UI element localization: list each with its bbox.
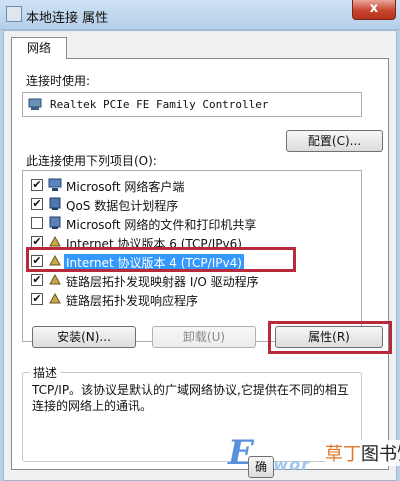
item-checkbox[interactable]: ✔ xyxy=(31,179,43,191)
list-item[interactable]: ✔ 链路层拓扑发现映射器 I/O 驱动程序 xyxy=(23,270,361,290)
list-item[interactable]: Microsoft 网络的文件和打印机共享 xyxy=(23,213,361,233)
items-label: 此连接使用下列项目(O): xyxy=(26,154,157,168)
tab-networking[interactable]: 网络 xyxy=(11,37,67,59)
uninstall-button[interactable]: 卸载(U) xyxy=(152,326,256,348)
watermark-site-rest: 图书馆 xyxy=(361,444,400,465)
window-title: 本地连接 属性 xyxy=(26,11,109,26)
network-client-icon xyxy=(48,178,62,191)
file-printer-sharing-icon xyxy=(49,216,61,229)
item-label: 链路层拓扑发现映射器 I/O 驱动程序 xyxy=(66,275,259,289)
ok-button[interactable]: 确 xyxy=(248,456,274,478)
qos-icon xyxy=(49,197,61,210)
install-button[interactable]: 安装(N)... xyxy=(32,326,136,348)
list-item[interactable]: ✔ 链路层拓扑发现响应程序 xyxy=(23,289,361,309)
description-title: 描述 xyxy=(30,364,61,381)
adapter-field: Realtek PCIe FE Family Controller xyxy=(22,92,362,117)
item-label: Microsoft 网络客户端 xyxy=(66,180,185,194)
configure-button[interactable]: 配置(C)... xyxy=(286,130,383,152)
item-label: Microsoft 网络的文件和打印机共享 xyxy=(66,218,257,232)
adapter-name: Realtek PCIe FE Family Controller xyxy=(50,98,269,111)
close-button[interactable]: x xyxy=(352,0,396,20)
list-item[interactable]: ✔ QoS 数据包计划程序 xyxy=(23,194,361,214)
connect-using-label: 连接时使用: xyxy=(26,74,91,88)
item-label: QoS 数据包计划程序 xyxy=(66,199,179,213)
item-checkbox[interactable]: ✔ xyxy=(31,293,43,305)
list-item[interactable]: ✔ Microsoft 网络客户端 xyxy=(23,175,361,195)
title-bar[interactable]: 本地连接 属性 xyxy=(0,0,400,30)
item-checkbox[interactable] xyxy=(31,217,43,229)
item-checkbox[interactable]: ✔ xyxy=(31,274,43,286)
network-connection-icon xyxy=(6,6,22,22)
watermark-site-accent: 草丁 xyxy=(325,444,361,465)
protocol-icon xyxy=(49,273,61,285)
highlight-frame xyxy=(26,247,296,272)
item-label: 链路层拓扑发现响应程序 xyxy=(66,294,199,308)
protocol-icon xyxy=(49,292,61,304)
item-checkbox[interactable]: ✔ xyxy=(31,198,43,210)
watermark-site-name: 草丁图书馆 xyxy=(325,440,400,466)
description-text: TCP/IP。该协议是默认的广域网络协议,它提供在不同的相互连接的网络上的通讯。 xyxy=(32,383,349,413)
properties-button[interactable]: 属性(R) xyxy=(275,326,383,348)
network-adapter-icon xyxy=(28,98,42,110)
